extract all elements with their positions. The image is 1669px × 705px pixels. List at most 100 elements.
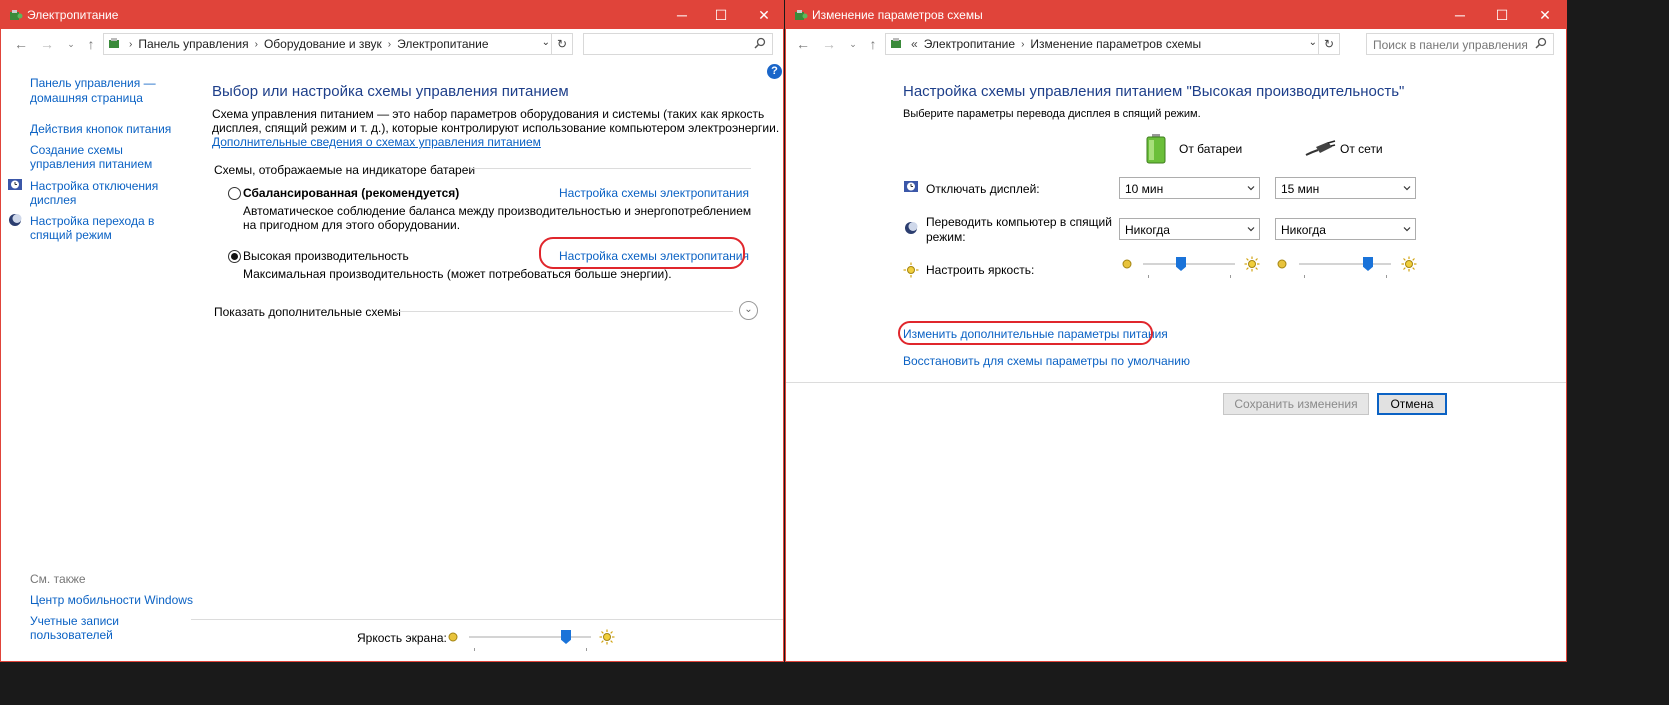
search-input[interactable]: Поиск в панели управления (1366, 33, 1554, 55)
restore-defaults-link[interactable]: Восстановить для схемы параметры по умол… (903, 354, 1190, 368)
title-bar[interactable]: Электропитание ─ ☐ ✕ (1, 1, 783, 29)
slider-thumb[interactable] (1363, 257, 1373, 271)
navigation-bar: ← → ⌄ ↑ › Панель управления › Оборудован… (1, 33, 783, 57)
page-title: Выбор или настройка схемы управления пит… (212, 83, 569, 100)
slider-tick (1148, 275, 1149, 278)
battery-icon (1146, 134, 1166, 164)
sleep-label-line-2: режим: (926, 230, 966, 244)
section-label: Схемы, отображаемые на индикаторе батаре… (214, 163, 476, 177)
window-title: Изменение параметров схемы (812, 8, 983, 22)
sleep-battery-select[interactable]: Никогда (1119, 218, 1260, 240)
display-off-clock-icon (904, 181, 918, 192)
help-icon[interactable]: ? (767, 64, 782, 79)
show-more-plans-label[interactable]: Показать дополнительные схемы (214, 305, 401, 319)
more-info-link[interactable]: Дополнительные сведения о схемах управле… (212, 135, 541, 149)
maximize-icon[interactable]: ☐ (698, 1, 744, 29)
display-off-battery-select[interactable]: 10 мин (1119, 177, 1260, 199)
select-value: Никогда (1281, 223, 1326, 237)
forward-arrow-icon[interactable]: → (821, 36, 837, 52)
highlight-oval (539, 237, 745, 269)
refresh-icon[interactable]: ↻ (1318, 34, 1339, 54)
footer-divider (786, 382, 1566, 383)
sidebar-link-display-off[interactable]: Настройка отключения дисплея (30, 179, 185, 207)
chevron-down-icon (1403, 186, 1411, 191)
address-dropdown-chevron-icon[interactable]: ⌄ (542, 37, 550, 48)
up-arrow-icon[interactable]: ↑ (865, 36, 881, 52)
breadcrumb-edit-plan[interactable]: Изменение параметров схемы (1030, 37, 1201, 51)
navigation-bar: ← → ⌄ ↑ « Электропитание › Изменение пар… (786, 33, 1566, 57)
control-panel-location-icon (109, 38, 119, 48)
section-divider (471, 168, 751, 169)
close-icon[interactable]: ✕ (1522, 1, 1566, 29)
power-options-app-icon (10, 10, 23, 20)
save-changes-button[interactable]: Сохранить изменения (1223, 393, 1369, 415)
breadcrumb-separator: › (129, 38, 133, 50)
brightness-dim-icon (1277, 259, 1287, 269)
slider-tick (474, 648, 475, 651)
display-off-ac-select[interactable]: 15 мин (1275, 177, 1416, 199)
breadcrumb-power-options[interactable]: Электропитание (924, 37, 1015, 51)
slider-thumb[interactable] (1176, 257, 1186, 271)
screen-brightness-slider[interactable] (469, 630, 591, 652)
breadcrumb-overflow[interactable]: « (911, 37, 918, 51)
back-arrow-icon[interactable]: ← (13, 36, 29, 52)
sleep-ac-select[interactable]: Никогда (1275, 218, 1416, 240)
expand-chevron-icon[interactable]: ⌄ (739, 301, 758, 320)
plan-balanced-name[interactable]: Сбалансированная (рекомендуется) (243, 186, 459, 200)
sidebar-link-create-plan[interactable]: Создание схемы управления питанием (30, 143, 185, 171)
minimize-icon[interactable]: ─ (1437, 1, 1483, 29)
brightness-bright-icon (599, 629, 615, 645)
slider-tick (586, 648, 587, 651)
plan-balanced-settings-link[interactable]: Настройка схемы электропитания (559, 186, 749, 200)
address-dropdown-chevron-icon[interactable]: ⌄ (1309, 37, 1317, 48)
plan-balanced-desc-1: Автоматическое соблюдение баланса между … (243, 204, 752, 218)
brightness-bright-icon (1244, 256, 1260, 272)
breadcrumb-hardware-sound[interactable]: Оборудование и звук (264, 37, 382, 51)
recent-locations-chevron-icon[interactable]: ⌄ (63, 36, 79, 52)
title-bar[interactable]: Изменение параметров схемы ─ ☐ ✕ (786, 1, 1566, 29)
maximize-icon[interactable]: ☐ (1479, 1, 1525, 29)
breadcrumb-power-options[interactable]: Электропитание (397, 37, 488, 51)
search-placeholder: Поиск в панели управления (1373, 38, 1528, 52)
chevron-down-icon (1247, 227, 1255, 232)
breadcrumb-separator: › (1021, 38, 1025, 50)
brightness-sun-icon (903, 262, 919, 278)
brightness-dim-icon (1122, 259, 1132, 269)
display-off-clock-icon (8, 179, 22, 190)
breadcrumb-control-panel[interactable]: Панель управления (138, 37, 248, 51)
plan-high-performance-radio[interactable] (228, 250, 241, 263)
breadcrumb-separator: › (387, 38, 392, 50)
plan-high-performance-name[interactable]: Высокая производительность (243, 249, 409, 263)
sidebar-link-user-accounts[interactable]: Учетные записи пользователей (30, 614, 150, 642)
forward-arrow-icon[interactable]: → (39, 36, 55, 52)
sleep-moon-icon (9, 214, 22, 226)
back-arrow-icon[interactable]: ← (795, 36, 811, 52)
sidebar-link-sleep[interactable]: Настройка перехода в спящий режим (30, 214, 185, 242)
recent-locations-chevron-icon[interactable]: ⌄ (845, 36, 861, 52)
description-line-1: Схема управления питанием — это набор па… (212, 107, 765, 121)
address-bar[interactable]: « Электропитание › Изменение параметров … (885, 33, 1340, 55)
up-arrow-icon[interactable]: ↑ (83, 36, 99, 52)
column-battery-label: От батареи (1179, 142, 1243, 156)
plan-balanced-radio[interactable] (228, 187, 241, 200)
screen-brightness-label: Яркость экрана: (357, 631, 447, 645)
power-plug-icon (1305, 140, 1336, 156)
slider-track (1299, 263, 1391, 265)
plan-settings-subtitle: Выберите параметры перевода дисплея в сп… (903, 108, 1201, 120)
control-panel-location-icon (891, 38, 901, 48)
sidebar-link-mobility-center[interactable]: Центр мобильности Windows (30, 593, 193, 607)
sidebar-link-home[interactable]: Панель управления — домашняя страница (30, 76, 180, 106)
cancel-button[interactable]: Отмена (1377, 393, 1447, 415)
plan-balanced-desc-2: на пригодном для этого оборудовании. (243, 218, 461, 232)
slider-thumb[interactable] (561, 630, 571, 644)
search-input[interactable] (583, 33, 773, 55)
sidebar-link-power-buttons[interactable]: Действия кнопок питания (30, 122, 171, 136)
brightness-battery-slider[interactable] (1143, 257, 1235, 279)
address-bar[interactable]: › Панель управления › Оборудование и зву… (103, 33, 573, 55)
brightness-ac-slider[interactable] (1299, 257, 1391, 279)
plan-settings-heading: Настройка схемы управления питанием "Выс… (903, 83, 1405, 100)
close-icon[interactable]: ✕ (741, 1, 783, 29)
highlight-oval (898, 321, 1153, 345)
slider-track (469, 636, 591, 638)
refresh-icon[interactable]: ↻ (551, 34, 572, 54)
